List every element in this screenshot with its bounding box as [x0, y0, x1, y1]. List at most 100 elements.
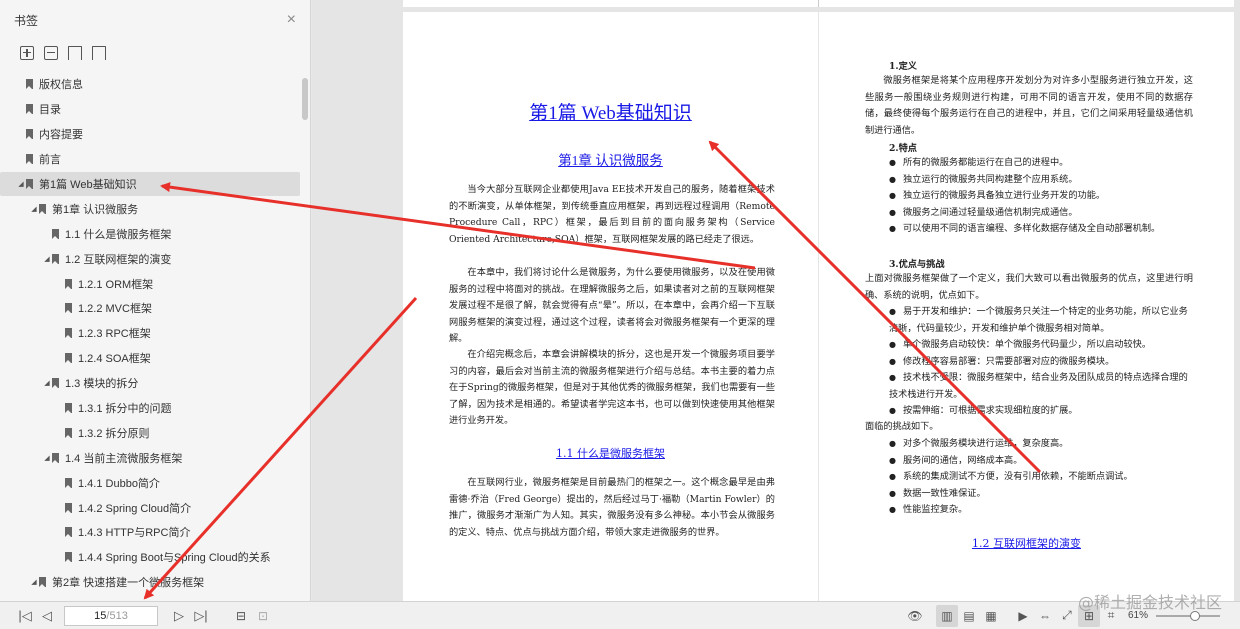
bookmark-sidebar: 书签 × 版权信息目录 内容提要前言 ◢ 第1篇 Web基础知识 ◢ 第1章 认识微服务 1… [0, 0, 311, 601]
list-item-text: 性能监控复杂。 [903, 504, 968, 515]
bookmark-label: 前言 [39, 154, 61, 167]
zoom-slider[interactable] [1156, 610, 1220, 621]
bookmark-item[interactable]: 1.1 什么是微服务框架 [0, 221, 300, 246]
next-page-icon[interactable]: ▷ [168, 605, 190, 627]
bookmark-icon [65, 403, 72, 414]
eye-icon[interactable]: 👁 [904, 605, 926, 627]
bookmark-item[interactable]: 1.2.3 RPC框架 [0, 321, 300, 346]
list-item: 独立运行的微服务具备独立进行业务开发的功能。 [865, 188, 1193, 205]
bookmark-icon [52, 253, 59, 264]
bookmark-item[interactable]: 1.4.3 HTTP与RPC简介 [0, 520, 300, 545]
list-item-text: 技术栈不受限：微服务框架中，结合业务及团队成员的特点选择合理的技术栈进行开发。 [889, 372, 1188, 400]
sidebar-toolbar [0, 40, 310, 66]
play-icon[interactable]: ▶ [1012, 605, 1034, 627]
bookmark-icon [26, 179, 33, 189]
next-section-link[interactable]: 1.2 互联网框架的演变 [819, 535, 1234, 551]
bookmark-icon[interactable] [92, 46, 106, 61]
current-page: 15 [94, 609, 107, 622]
bookmark-icon [39, 577, 46, 588]
list-item-text: 易于开发和维护：一个微服务只关注一个特定的业务功能，所以它业务清晰，代码量较少，… [889, 306, 1188, 334]
forward-icon[interactable]: ⊡ [252, 605, 274, 627]
challenges-intro: 面临的挑战如下。 [865, 421, 939, 432]
bookmark-item[interactable]: 1.3.2 拆分原则 [0, 420, 300, 445]
bookmark-label: 第1篇 Web基础知识 [39, 179, 137, 191]
page-separator [818, 0, 819, 7]
bookmark-icon [26, 104, 33, 115]
paragraph: 上面对微服务框架做了一个定义，我们大致可以看出微服务的优点，这里进行明确、系统的… [865, 273, 1193, 301]
challenges-list: 对多个微服务模块进行运维，复杂度高。服务间的通信，网络成本高。系统的集成测试不方… [865, 436, 1193, 519]
list-item-text: 独立运行的微服务具备独立进行业务开发的功能。 [903, 190, 1106, 201]
list-item-text: 对多个微服务模块进行运维，复杂度高。 [903, 438, 1069, 449]
list-item: 所有的微服务都能运行在自己的进程中。 [865, 155, 1193, 172]
bookmark-label: 版权信息 [39, 79, 83, 92]
heading: 1.定义 [889, 61, 917, 72]
bookmark-label: 1.3 模块的拆分 [65, 378, 139, 391]
watermark: @稀土掘金技术社区 [1077, 593, 1222, 612]
list-item: 微服务之间通过轻量级通信机制完成通信。 [865, 205, 1193, 222]
expand-toggle-icon[interactable]: ◢ [42, 454, 52, 462]
section-title-link[interactable]: 1.1 什么是微服务框架 [403, 445, 818, 461]
list-item: 独立运行的微服务共同构建整个应用系统。 [865, 172, 1193, 189]
bookmark-icon [65, 527, 72, 538]
expand-toggle-icon[interactable]: ◢ [42, 255, 52, 263]
add-bookmark-icon[interactable] [68, 46, 82, 61]
expand-toggle-icon[interactable]: ◢ [16, 180, 26, 188]
paragraph: 在互联网行业，微服务框架是目前最热门的框架之一。这个概念最早是由弗雷德·乔治（F… [449, 477, 775, 538]
expand-all-icon[interactable] [20, 46, 34, 60]
bookmark-label: 第1章 认识微服务 [52, 203, 139, 216]
bookmark-icon [26, 154, 33, 165]
fit-width-icon[interactable]: ⇔ [1034, 605, 1056, 627]
bookmark-item[interactable]: 1.4.1 Dubbo简介 [0, 470, 300, 495]
bookmark-item[interactable]: 1.4.4 Spring Boot与Spring Cloud的关系 [0, 545, 300, 570]
bookmark-item[interactable]: ◢ 第1章 认识微服务 [0, 196, 300, 221]
bookmark-icon [65, 328, 72, 339]
part-title-link[interactable]: 第1篇 Web基础知识 [403, 98, 818, 125]
full-screen-icon[interactable]: ⤢ [1056, 605, 1078, 627]
first-page-icon[interactable]: |◁ [14, 605, 36, 627]
book-view-icon[interactable]: ▦ [980, 605, 1002, 627]
bookmark-icon [65, 502, 72, 513]
two-page-view-icon[interactable]: ▥ [935, 604, 958, 627]
expand-toggle-icon[interactable]: ◢ [29, 205, 39, 213]
collapse-all-icon[interactable] [44, 46, 58, 60]
bookmark-item[interactable]: ◢ 第2章 快速搭建一个微服务框架 [0, 570, 300, 595]
bookmark-item[interactable]: ◢ 1.4 当前主流微服务框架 [0, 445, 300, 470]
back-icon[interactable]: ⊟ [230, 605, 252, 627]
chapter-title-link[interactable]: 第1章 认识微服务 [403, 149, 818, 169]
sidebar-header: 书签 × [0, 0, 310, 40]
bookmark-item[interactable]: 1.4.2 Spring Cloud简介 [0, 495, 300, 520]
list-item-text: 系统的集成测试不方便，没有引用依赖，不能断点调试。 [903, 471, 1133, 482]
bookmark-item[interactable]: 1.2.1 ORM框架 [0, 271, 300, 296]
bottom-toolbar: |◁ ◁ 15/513 ▷ ▷| ⊟ ⊡ 👁 ▥ ▤ ▦ ▶ ⇔ ⤢ ⊞ ⌗ 6… [0, 601, 1240, 629]
feature-list: 所有的微服务都能运行在自己的进程中。独立运行的微服务共同构建整个应用系统。独立运… [865, 155, 1193, 238]
bookmark-label: 1.3.2 拆分原则 [78, 427, 150, 440]
close-icon[interactable]: × [287, 11, 296, 29]
bookmark-item[interactable]: 前言 [0, 147, 300, 172]
previous-page-icon[interactable]: ◁ [36, 605, 58, 627]
single-page-view-icon[interactable]: ▤ [958, 605, 980, 627]
list-item-text: 服务间的通信，网络成本高。 [903, 454, 1023, 466]
bookmark-item[interactable]: 1.2.2 MVC框架 [0, 296, 300, 321]
bookmark-icon [65, 353, 72, 364]
last-page-icon[interactable]: ▷| [190, 605, 212, 627]
bookmark-item[interactable]: 内容提要 [0, 122, 300, 147]
bookmark-item[interactable]: ◢ 1.3 模块的拆分 [0, 371, 300, 396]
sidebar-scrollbar[interactable] [302, 78, 308, 120]
list-item-text: 可以使用不同的语言编程、多样化数据存储及全自动部署机制。 [903, 223, 1161, 234]
advantages-list: 易于开发和维护：一个微服务只关注一个特定的业务功能，所以它业务清晰，代码量较少，… [865, 304, 1193, 420]
bookmark-item[interactable]: ◢ 1.2 互联网框架的演变 [0, 246, 300, 271]
bookmark-item[interactable]: 1.2.4 SOA框架 [0, 346, 300, 371]
expand-toggle-icon[interactable]: ◢ [42, 379, 52, 387]
bookmark-item[interactable]: 1.3.1 拆分中的问题 [0, 396, 300, 421]
page-number-input[interactable]: 15/513 [64, 605, 158, 626]
list-item: 可以使用不同的语言编程、多样化数据存储及全自动部署机制。 [865, 221, 1193, 238]
bookmark-item[interactable]: 目录 [0, 97, 300, 122]
bookmark-item[interactable]: ◢ 第1篇 Web基础知识 [0, 171, 300, 197]
bookmark-item[interactable]: 版权信息 [0, 72, 300, 97]
list-item: 服务间的通信，网络成本高。 [865, 453, 1193, 470]
bookmark-label: 1.4 当前主流微服务框架 [65, 452, 183, 465]
bookmark-icon [52, 228, 59, 239]
list-item-text: 修改程序容易部署：只需要部署对应的微服务模块。 [903, 355, 1115, 367]
expand-toggle-icon[interactable]: ◢ [29, 578, 39, 586]
paragraph: 微服务框架是将某个应用程序开发划分为对许多小型服务进行独立开发，这些服务一般围绕… [865, 75, 1193, 136]
